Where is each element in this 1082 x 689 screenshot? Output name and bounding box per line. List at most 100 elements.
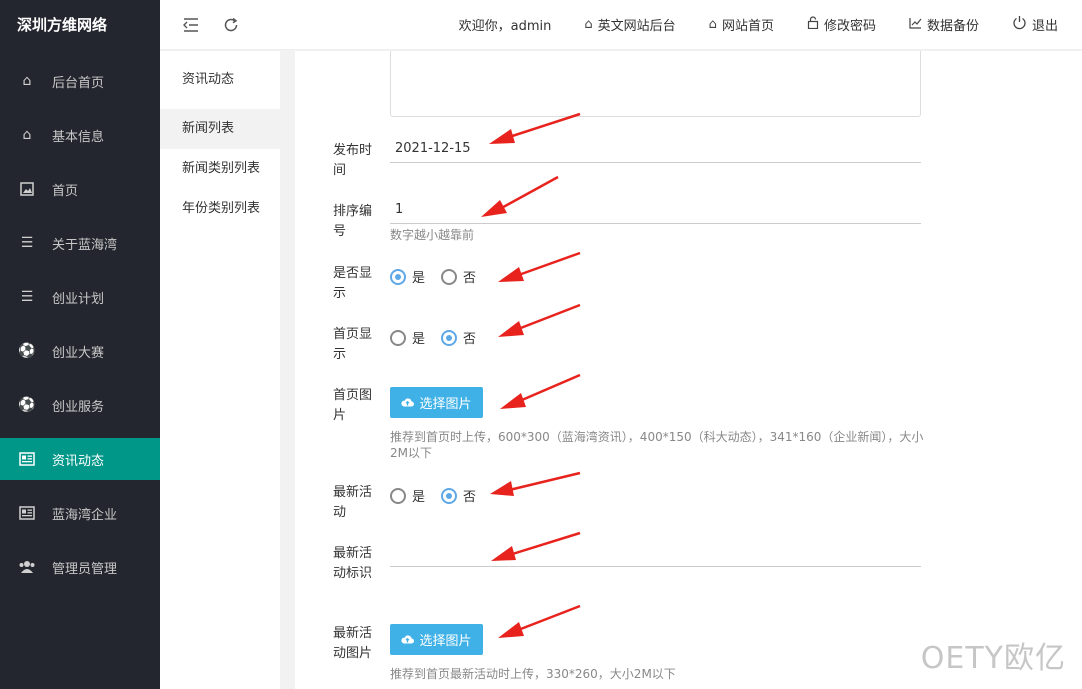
sidebar-item-service[interactable]: ⚽ 创业服务: [0, 384, 160, 426]
change-password-link[interactable]: 修改密码: [807, 15, 876, 34]
website-home-link[interactable]: ⌂ 网站首页: [709, 15, 774, 34]
sidebar-item-label: 蓝海湾企业: [52, 507, 118, 523]
annotation-arrow-icon: [498, 604, 581, 638]
watermark: OETY欧亿: [920, 641, 1066, 676]
radio-label: 否: [463, 490, 477, 505]
data-backup-link[interactable]: 数据备份: [909, 15, 979, 34]
display-no-radio[interactable]: 否: [441, 267, 476, 286]
sidebar-item-label: 管理员管理: [52, 561, 118, 577]
radio-label: 是: [412, 271, 426, 286]
radio-unchecked-icon: [390, 487, 406, 504]
sidebar-item-about[interactable]: ☰ 关于蓝海湾: [0, 222, 160, 264]
form-content: 发布时间 2021-12-15 排序编号 1 数字越小越靠前 是否显示 是 否 …: [295, 51, 1082, 689]
home-display-no-radio[interactable]: 否: [441, 328, 476, 347]
subnav-item-year-category[interactable]: 年份类别列表: [160, 189, 280, 229]
sidebar-item-label: 创业服务: [52, 399, 105, 415]
link-label: 英文网站后台: [597, 19, 676, 34]
latest-activity-no-radio[interactable]: 否: [441, 486, 476, 505]
annotation-arrow-icon: [498, 251, 581, 282]
content-textarea[interactable]: [390, 51, 921, 117]
sidebar-item-label: 资讯动态: [52, 453, 105, 469]
latest-activity-image-upload-button[interactable]: 选择图片: [390, 624, 483, 655]
welcome-text: 欢迎你，admin: [458, 19, 552, 34]
display-yes-radio[interactable]: 是: [390, 267, 425, 286]
refresh-icon[interactable]: [222, 16, 240, 34]
subnav-item-news-category[interactable]: 新闻类别列表: [160, 149, 280, 189]
sub-navigation: 资讯动态 新闻列表 新闻类别列表 年份类别列表: [160, 51, 280, 689]
english-admin-link[interactable]: ⌂ 英文网站后台: [584, 15, 675, 34]
latest-activity-yes-radio[interactable]: 是: [390, 486, 425, 505]
home-image-label: 首页图片: [333, 388, 373, 423]
newspaper-icon: [18, 450, 36, 468]
annotation-arrow-icon: [500, 373, 581, 409]
radio-label: 否: [463, 271, 477, 286]
users-icon: [18, 558, 36, 576]
sort-order-hint: 数字越小越靠前: [390, 228, 475, 242]
cloud-upload-icon: [401, 633, 415, 647]
link-label: 网站首页: [721, 19, 774, 34]
latest-activity-tag-input[interactable]: [390, 539, 921, 567]
link-label: 退出: [1031, 19, 1058, 34]
logout-link[interactable]: 退出: [1012, 15, 1058, 34]
display-radio-group: 是 否: [390, 267, 492, 286]
home-icon: ⌂: [22, 73, 32, 89]
sidebar-item-home[interactable]: 首页: [0, 168, 160, 210]
radio-label: 是: [412, 332, 426, 347]
home-display-yes-radio[interactable]: 是: [390, 328, 425, 347]
menu-collapse-icon[interactable]: [182, 16, 200, 34]
power-icon: [1012, 15, 1027, 34]
subnav-title: 资讯动态: [182, 72, 235, 87]
home-image-upload-button[interactable]: 选择图片: [390, 387, 483, 418]
upload-button-label: 选择图片: [419, 634, 472, 649]
sidebar-item-label: 创业大赛: [52, 345, 105, 361]
sidebar-item-basic-info[interactable]: ⌂ 基本信息: [0, 114, 160, 156]
radio-label: 否: [463, 332, 477, 347]
sidebar-item-label: 基本信息: [52, 129, 105, 145]
latest-activity-radio-group: 是 否: [390, 486, 492, 505]
top-header: 欢迎你，admin ⌂ 英文网站后台 ⌂ 网站首页 修改密码 数据备份 退出: [160, 0, 1082, 50]
annotation-arrow-icon: [498, 303, 581, 337]
link-label: 修改密码: [823, 19, 876, 34]
football-icon: ⚽: [18, 397, 36, 413]
radio-checked-icon: [390, 268, 406, 285]
sidebar-item-label: 后台首页: [52, 75, 105, 91]
publish-time-label: 发布时间: [333, 143, 373, 178]
sidebar-item-news[interactable]: 资讯动态: [0, 438, 160, 480]
annotation-arrow-icon: [490, 471, 581, 496]
newspaper-icon: [18, 504, 36, 522]
latest-activity-tag-label: 最新活动标识: [333, 546, 373, 581]
list-icon: ☰: [20, 235, 34, 251]
home-display-radio-group: 是 否: [390, 328, 492, 347]
list-icon: ☰: [20, 289, 34, 305]
sidebar-item-contest[interactable]: ⚽ 创业大赛: [0, 330, 160, 372]
lock-icon: [807, 16, 819, 33]
cloud-upload-icon: [401, 396, 415, 410]
sidebar-item-label: 首页: [52, 183, 79, 199]
sort-order-input[interactable]: 1: [390, 196, 921, 224]
display-label: 是否显示: [333, 266, 373, 301]
sidebar: 深圳方维网络 ⌂ 后台首页 ⌂ 基本信息 首页 ☰ 关于蓝海湾 ☰ 创业计划 ⚽…: [0, 0, 160, 689]
sidebar-item-label: 创业计划: [52, 291, 105, 307]
latest-activity-image-label: 最新活动图片: [333, 626, 373, 661]
sidebar-item-enterprise[interactable]: 蓝海湾企业: [0, 492, 160, 534]
latest-activity-image-hint: 推荐到首页最新活动时上传，330*260，大小2M以下: [390, 667, 676, 681]
home-icon: ⌂: [708, 17, 717, 32]
home-image-hint: 推荐到首页时上传，600*300（蓝海湾资讯），400*150（科大动态），34…: [390, 430, 924, 460]
sidebar-item-dashboard[interactable]: ⌂ 后台首页: [0, 60, 160, 102]
home-icon: ⌂: [22, 127, 32, 143]
chart-icon: [909, 17, 922, 33]
latest-activity-label: 最新活动: [333, 485, 373, 520]
upload-button-label: 选择图片: [419, 397, 472, 412]
image-icon: [18, 180, 36, 198]
radio-checked-icon: [441, 487, 458, 504]
publish-time-input[interactable]: 2021-12-15: [390, 135, 921, 163]
link-label: 数据备份: [926, 19, 979, 34]
radio-unchecked-icon: [390, 329, 406, 346]
subnav-item-news-list[interactable]: 新闻列表: [160, 109, 280, 149]
sidebar-item-admin[interactable]: 管理员管理: [0, 546, 160, 588]
brand-logo: 深圳方维网络: [0, 0, 160, 50]
radio-label: 是: [412, 490, 426, 505]
sidebar-item-plan[interactable]: ☰ 创业计划: [0, 276, 160, 318]
sidebar-item-label: 关于蓝海湾: [52, 237, 118, 253]
radio-checked-icon: [441, 329, 458, 346]
